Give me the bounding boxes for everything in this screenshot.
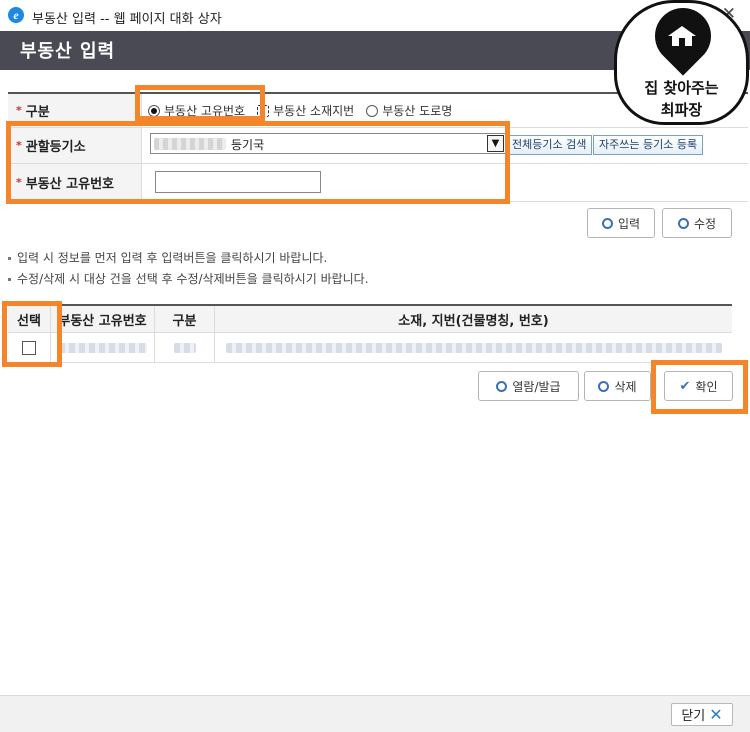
chevron-down-icon[interactable]: ▼ xyxy=(487,135,504,152)
registry-label: * 관할등기소 xyxy=(8,128,142,163)
unique-number-input[interactable] xyxy=(155,171,321,193)
type-label: * 구분 xyxy=(8,94,142,127)
registry-select[interactable]: 등기국 ▼ xyxy=(150,133,506,154)
input-button[interactable]: 입력 xyxy=(587,208,655,238)
column-header-type: 구분 xyxy=(155,306,215,332)
required-mark: * xyxy=(16,104,22,117)
checkmark-icon: ✔ xyxy=(679,378,691,394)
unique-number-label: * 부동산 고유번호 xyxy=(8,164,142,201)
ie-browser-icon: e xyxy=(8,7,24,23)
edit-button[interactable]: 수정 xyxy=(662,208,732,238)
registry-select-value: 등기국 xyxy=(231,138,265,152)
property-list-table: 선택 부동산 고유번호 구분 소재, 지번(건물명칭, 번호) xyxy=(8,304,732,363)
radio-focus-icon[interactable] xyxy=(257,104,270,117)
radio-road-address[interactable]: 부동산 도로명 xyxy=(366,102,452,119)
type-radio-group: 부동산 고유번호 부동산 소재지번 부동산 도로명 xyxy=(148,94,452,127)
circle-icon xyxy=(496,380,508,392)
page-title: 부동산 입력 xyxy=(20,41,116,62)
registry-row: * 관할등기소 등기국 ▼ 전체등기소 검색 자주쓰는 등기소 등록 xyxy=(8,128,748,164)
register-favorite-registry-button[interactable]: 자주쓰는 등기소 등록 xyxy=(593,135,704,155)
note-item: 수정/삭제 시 대상 건을 선택 후 수정/삭제버튼을 클릭하시기 바랍니다. xyxy=(8,269,369,290)
note-item: 입력 시 정보를 먼저 입력 후 입력버튼을 클릭하시기 바랍니다. xyxy=(8,248,369,269)
row-checkbox[interactable] xyxy=(22,340,36,355)
column-header-address: 소재, 지번(건물명칭, 번호) xyxy=(398,313,549,329)
dialog-footer: 닫기 ✕ xyxy=(0,695,750,732)
radio-lot-address[interactable]: 부동산 소재지번 xyxy=(257,102,354,119)
table-row[interactable] xyxy=(8,333,732,363)
row-select-cell[interactable] xyxy=(8,333,51,362)
column-header-unique-number: 부동산 고유번호 xyxy=(51,306,155,332)
close-icon: ✕ xyxy=(709,705,723,724)
close-button[interactable]: 닫기 ✕ xyxy=(671,703,733,726)
table-header: 선택 부동산 고유번호 구분 소재, 지번(건물명칭, 번호) xyxy=(8,306,732,333)
circle-icon xyxy=(677,217,689,229)
house-icon xyxy=(668,26,696,46)
instruction-notes: 입력 시 정보를 먼저 입력 후 입력버튼을 클릭하시기 바랍니다. 수정/삭제… xyxy=(8,248,369,290)
radio-unselected-icon[interactable] xyxy=(366,104,379,117)
view-issue-button[interactable]: 열람/발급 xyxy=(478,371,579,401)
logo-text-line1: 집 찾아주는 xyxy=(644,79,719,97)
radio-selected-icon[interactable] xyxy=(148,104,160,117)
blurred-registry-name xyxy=(154,138,226,150)
logo-text-line2: 최파장 xyxy=(660,101,703,119)
radio-unique-number[interactable]: 부동산 고유번호 xyxy=(148,102,245,119)
circle-icon xyxy=(598,380,610,392)
watermark-logo: 집 찾아주는 최파장 xyxy=(614,0,749,125)
search-all-registry-button[interactable]: 전체등기소 검색 xyxy=(506,135,593,155)
window-title: 부동산 입력 -- 웹 페이지 대화 상자 xyxy=(32,12,222,27)
confirm-button[interactable]: ✔ 확인 xyxy=(664,371,733,401)
circle-icon xyxy=(601,217,613,229)
row-unique-number-cell xyxy=(51,333,155,362)
unique-number-row: * 부동산 고유번호 xyxy=(8,164,748,202)
column-header-select: 선택 xyxy=(8,306,51,332)
row-address-cell xyxy=(215,333,732,362)
delete-button[interactable]: 삭제 xyxy=(584,371,651,401)
row-type-cell xyxy=(155,333,215,362)
